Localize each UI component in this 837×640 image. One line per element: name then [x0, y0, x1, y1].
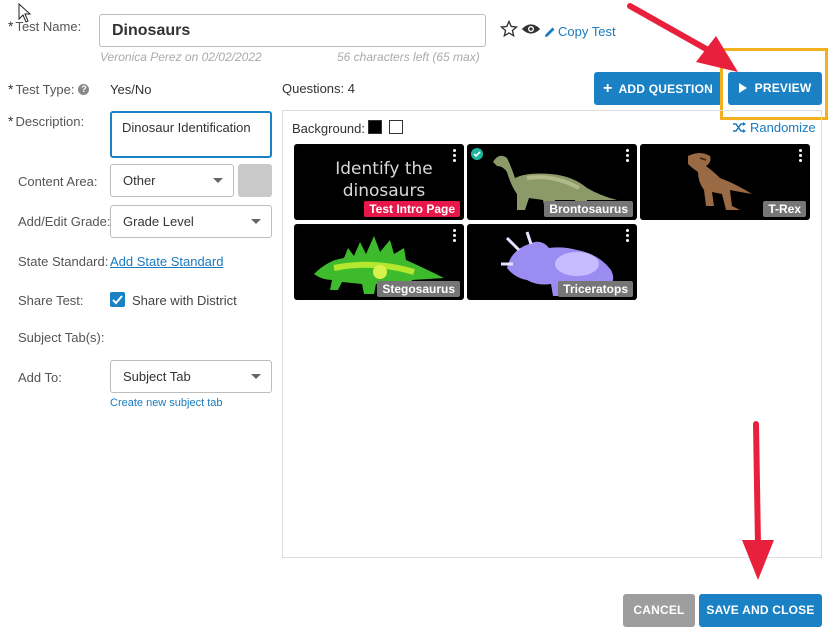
- question-tile-trex[interactable]: T-Rex: [640, 144, 810, 220]
- question-tile-intro[interactable]: Identify the dinosaurs Test Intro Page: [294, 144, 464, 220]
- test-name-input[interactable]: Dinosaurs: [99, 14, 486, 47]
- share-test-label: Share Test:: [18, 293, 84, 308]
- more-options-icon[interactable]: [453, 229, 456, 242]
- tile-label: Triceratops: [558, 281, 633, 297]
- randomize-link[interactable]: Randomize: [733, 120, 816, 135]
- grade-select[interactable]: Grade Level: [110, 205, 272, 238]
- chevron-down-icon: [213, 178, 223, 183]
- add-to-label: Add To:: [18, 370, 62, 385]
- shuffle-icon: [733, 122, 746, 133]
- cancel-button[interactable]: CANCEL: [623, 594, 695, 627]
- add-state-standard-link[interactable]: Add State Standard: [110, 254, 223, 269]
- annotation-arrow-save: [742, 421, 774, 580]
- plus-icon: +: [603, 80, 613, 97]
- intro-title-text: Identify the dinosaurs: [335, 159, 433, 201]
- more-options-icon[interactable]: [453, 149, 456, 162]
- grade-label: Add/Edit Grade:: [18, 214, 111, 229]
- color-swatch-button[interactable]: [238, 164, 272, 197]
- background-white-swatch[interactable]: [389, 120, 403, 134]
- create-subject-tab-link[interactable]: Create new subject tab: [110, 397, 223, 409]
- more-options-icon[interactable]: [626, 229, 629, 242]
- test-name-label: * Test Name:: [8, 18, 82, 34]
- content-area-select[interactable]: Other: [110, 164, 234, 197]
- state-standard-label: State Standard:: [18, 254, 109, 269]
- share-district-checkbox[interactable]: [110, 292, 125, 307]
- subject-tabs-label: Subject Tab(s):: [18, 330, 105, 345]
- questions-count: Questions: 4: [282, 81, 355, 96]
- eye-icon[interactable]: [521, 21, 541, 37]
- share-district-label: Share with District: [132, 293, 237, 308]
- add-to-value: Subject Tab: [123, 369, 191, 384]
- test-type-value: Yes/No: [110, 82, 152, 97]
- question-tile-stegosaurus[interactable]: Stegosaurus: [294, 224, 464, 300]
- tile-label: Stegosaurus: [377, 281, 460, 297]
- play-icon: [738, 83, 747, 93]
- checkmark-icon: [112, 295, 123, 305]
- tile-label: T-Rex: [763, 201, 806, 217]
- content-area-label: Content Area:: [18, 174, 98, 189]
- tile-label: Test Intro Page: [364, 201, 460, 217]
- background-black-swatch[interactable]: [368, 120, 382, 134]
- background-label: Background:: [292, 121, 365, 136]
- characters-left: 56 characters left (65 max): [337, 50, 480, 64]
- tile-label: Brontosaurus: [544, 201, 633, 217]
- help-icon[interactable]: ?: [78, 83, 90, 95]
- annotation-arrow-preview: [627, 3, 738, 72]
- copy-test-link[interactable]: Copy Test: [544, 24, 616, 39]
- author-meta: Veronica Perez on 02/02/2022: [100, 50, 262, 64]
- question-tile-triceratops[interactable]: Triceratops: [467, 224, 637, 300]
- save-and-close-button[interactable]: SAVE AND CLOSE: [699, 594, 822, 627]
- chevron-down-icon: [251, 374, 261, 379]
- grade-value: Grade Level: [123, 214, 194, 229]
- more-options-icon[interactable]: [799, 149, 802, 162]
- description-value: Dinosaur Identification: [122, 120, 251, 135]
- test-type-label: * Test Type: ?: [8, 81, 90, 97]
- star-icon[interactable]: [500, 20, 518, 38]
- description-label: * Description:: [8, 113, 85, 129]
- pencil-icon: [545, 27, 555, 37]
- test-name-value: Dinosaurs: [112, 22, 191, 39]
- question-tile-brontosaurus[interactable]: Brontosaurus: [467, 144, 637, 220]
- more-options-icon[interactable]: [626, 149, 629, 162]
- content-area-value: Other: [123, 173, 156, 188]
- chevron-down-icon: [251, 219, 261, 224]
- description-input[interactable]: Dinosaur Identification: [110, 111, 272, 158]
- add-to-select[interactable]: Subject Tab: [110, 360, 272, 393]
